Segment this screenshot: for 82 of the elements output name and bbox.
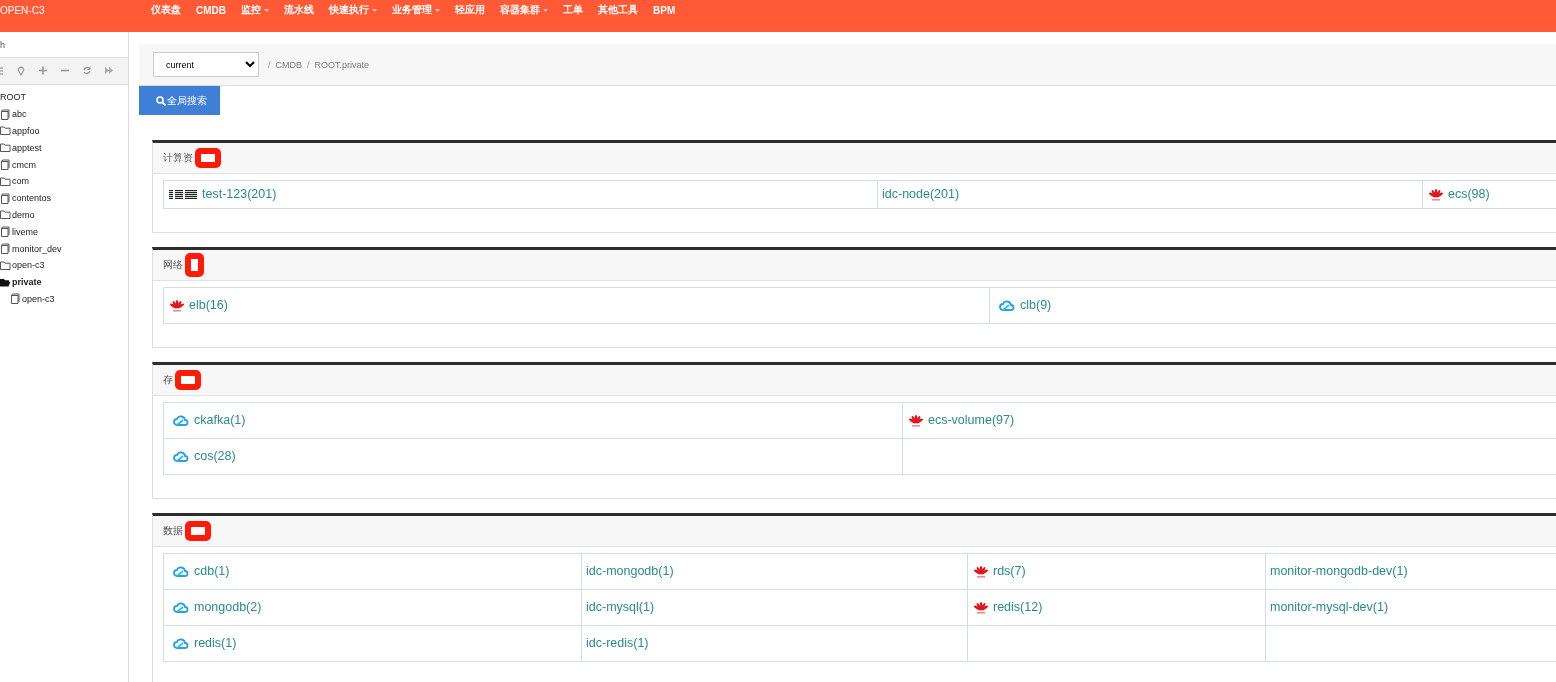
tree-item[interactable]: liveme: [0, 223, 128, 241]
tree-item[interactable]: monitor_dev: [0, 240, 128, 257]
resource-link[interactable]: rds(7): [993, 563, 1026, 578]
tree-item[interactable]: appfoo: [0, 122, 128, 140]
brand-name: OPEN-C3: [0, 4, 46, 16]
context-select[interactable]: current: [153, 52, 259, 77]
nav-link[interactable]: 业务管理: [385, 3, 448, 17]
nav-link[interactable]: 流水线: [277, 3, 322, 17]
nav-link[interactable]: 仪表盘: [144, 3, 189, 17]
cloud-icon: [173, 451, 189, 462]
resource-link[interactable]: test-123(201): [202, 186, 277, 201]
plus-icon[interactable]: [39, 66, 47, 76]
pin-icon[interactable]: [17, 66, 25, 76]
global-search-button[interactable]: 全局搜索: [139, 86, 220, 115]
cloud-icon: [173, 415, 189, 426]
resource-link[interactable]: monitor-mongodb-dev(1): [1270, 563, 1408, 578]
breadcrumb-item[interactable]: CMDB: [275, 59, 302, 70]
caret-icon: [372, 8, 377, 12]
nav-link[interactable]: 监控: [234, 3, 277, 17]
breadcrumb-separator: /: [307, 59, 310, 70]
resource-link[interactable]: ecs-volume(97): [928, 412, 1015, 427]
open-folder-icon: [0, 276, 11, 288]
resource-link[interactable]: idc-mongodb(1): [586, 563, 674, 578]
nav-link[interactable]: BPM: [646, 3, 684, 17]
resource-link[interactable]: idc-redis(1): [586, 635, 649, 650]
resource-link[interactable]: cos(28): [194, 448, 236, 463]
breadcrumb-item[interactable]: ROOT.private: [314, 59, 370, 70]
nav-link[interactable]: CMDB: [189, 3, 234, 17]
nav-link[interactable]: 快速执行: [322, 3, 385, 17]
nav-link[interactable]: 容器集群: [493, 3, 556, 17]
breadcrumb-separator: /: [268, 59, 271, 70]
tree-item[interactable]: apptest: [0, 139, 128, 157]
section-title: 存: [163, 373, 173, 387]
resource-link[interactable]: idc-mysql(1): [586, 599, 655, 614]
file-icon: [0, 243, 11, 255]
caret-icon: [543, 8, 548, 12]
folder-icon: [0, 209, 11, 221]
cloud-icon: [173, 602, 189, 613]
nav-link[interactable]: 工单: [556, 3, 591, 17]
resource-link[interactable]: cdb(1): [194, 563, 230, 578]
fast-forward-icon[interactable]: [105, 66, 113, 76]
refresh-icon[interactable]: [83, 66, 91, 76]
folder-icon: [0, 175, 11, 187]
file-icon: [0, 159, 11, 171]
resource-link[interactable]: ckafka(1): [194, 412, 246, 427]
folder-icon: [0, 259, 11, 271]
tree-item[interactable]: private: [0, 273, 128, 291]
caret-icon: [435, 8, 440, 12]
resource-link[interactable]: ecs(98): [1448, 186, 1490, 201]
section-title: 数据: [163, 524, 183, 538]
list-icon[interactable]: [0, 66, 3, 76]
resource-link[interactable]: clb(9): [1020, 297, 1052, 312]
tree-item[interactable]: abc: [0, 105, 128, 123]
search-icon: [156, 95, 166, 106]
tree-item[interactable]: open-c3: [0, 256, 128, 274]
section-title: 网络: [163, 258, 183, 272]
cloud-icon: [999, 300, 1015, 311]
file-icon: [0, 192, 11, 204]
tree-item[interactable]: contentos: [0, 189, 128, 207]
resource-link[interactable]: idc-node(201): [882, 186, 960, 201]
nav-link[interactable]: 其他工具: [591, 3, 646, 17]
tree-item[interactable]: cmcm: [0, 156, 128, 173]
section-title: 计算资: [163, 151, 193, 165]
resource-link[interactable]: mongodb(2): [194, 599, 262, 614]
file-icon: [0, 108, 11, 120]
tree-item[interactable]: com: [0, 173, 128, 190]
nav-link[interactable]: 轻应用: [448, 3, 493, 17]
tree-item[interactable]: demo: [0, 206, 128, 224]
folder-icon: [0, 142, 11, 154]
caret-icon: [264, 8, 269, 12]
folder-icon: [0, 125, 11, 137]
file-icon: [0, 226, 11, 238]
ibm-logo-icon: [169, 190, 197, 199]
cloud-icon: [173, 638, 189, 649]
tree-item[interactable]: ROOT: [0, 89, 128, 106]
cloud-icon: [173, 566, 189, 577]
resource-link[interactable]: elb(16): [189, 297, 228, 312]
file-icon: [10, 293, 21, 305]
resource-link[interactable]: redis(12): [993, 599, 1043, 614]
tree-item[interactable]: open-c3: [0, 290, 128, 308]
resource-link[interactable]: monitor-mysql-dev(1): [1270, 599, 1389, 614]
resource-link[interactable]: redis(1): [194, 635, 237, 650]
